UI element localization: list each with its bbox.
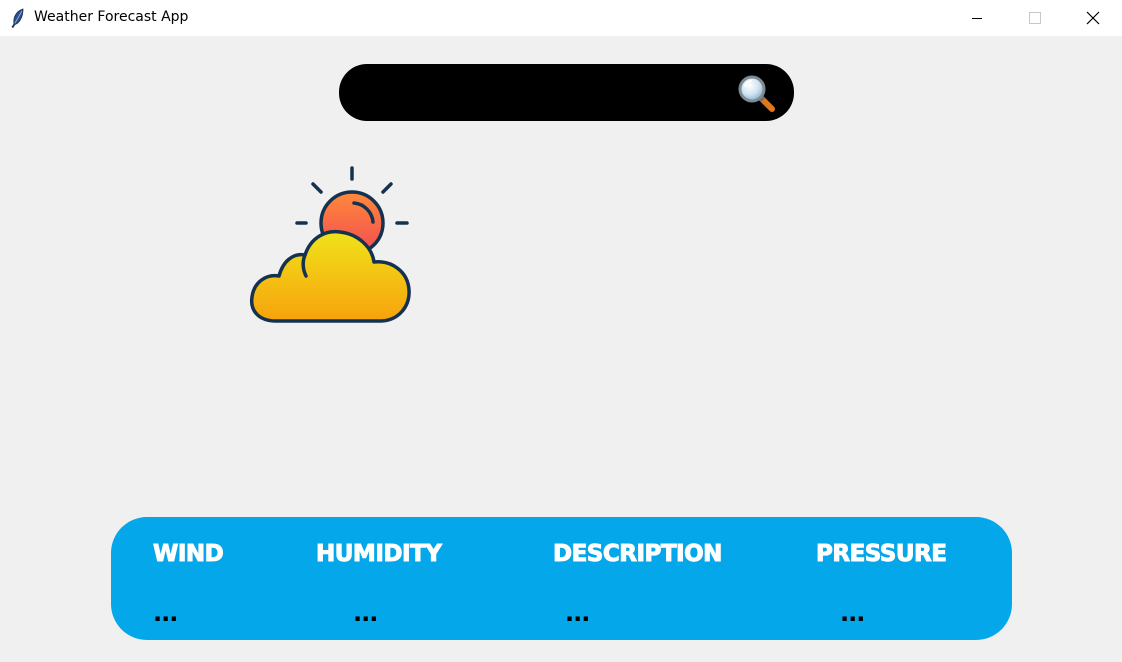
description-value: ... <box>565 599 590 627</box>
minimize-icon <box>972 18 982 19</box>
pressure-label: PRESSURE <box>815 541 947 568</box>
close-icon <box>1086 11 1100 25</box>
search-input[interactable] <box>361 74 735 112</box>
search-icon[interactable] <box>737 74 777 114</box>
info-panel: WIND HUMIDITY DESCRIPTION PRESSURE ... .… <box>111 517 1012 640</box>
window-title: Weather Forecast App <box>34 9 189 25</box>
title-bar: Weather Forecast App <box>0 0 1122 36</box>
humidity-value: ... <box>353 599 378 627</box>
wind-value: ... <box>153 599 178 627</box>
maximize-icon <box>1029 12 1041 24</box>
wind-label: WIND <box>152 541 224 568</box>
search-bar <box>339 64 794 121</box>
minimize-button[interactable] <box>954 0 1000 36</box>
feather-icon <box>11 8 24 28</box>
maximize-button[interactable] <box>1012 0 1058 36</box>
close-button[interactable] <box>1070 0 1116 36</box>
humidity-label: HUMIDITY <box>315 541 442 568</box>
sun-cloud-icon <box>249 166 411 323</box>
description-label: DESCRIPTION <box>553 541 723 568</box>
pressure-value: ... <box>840 599 865 627</box>
